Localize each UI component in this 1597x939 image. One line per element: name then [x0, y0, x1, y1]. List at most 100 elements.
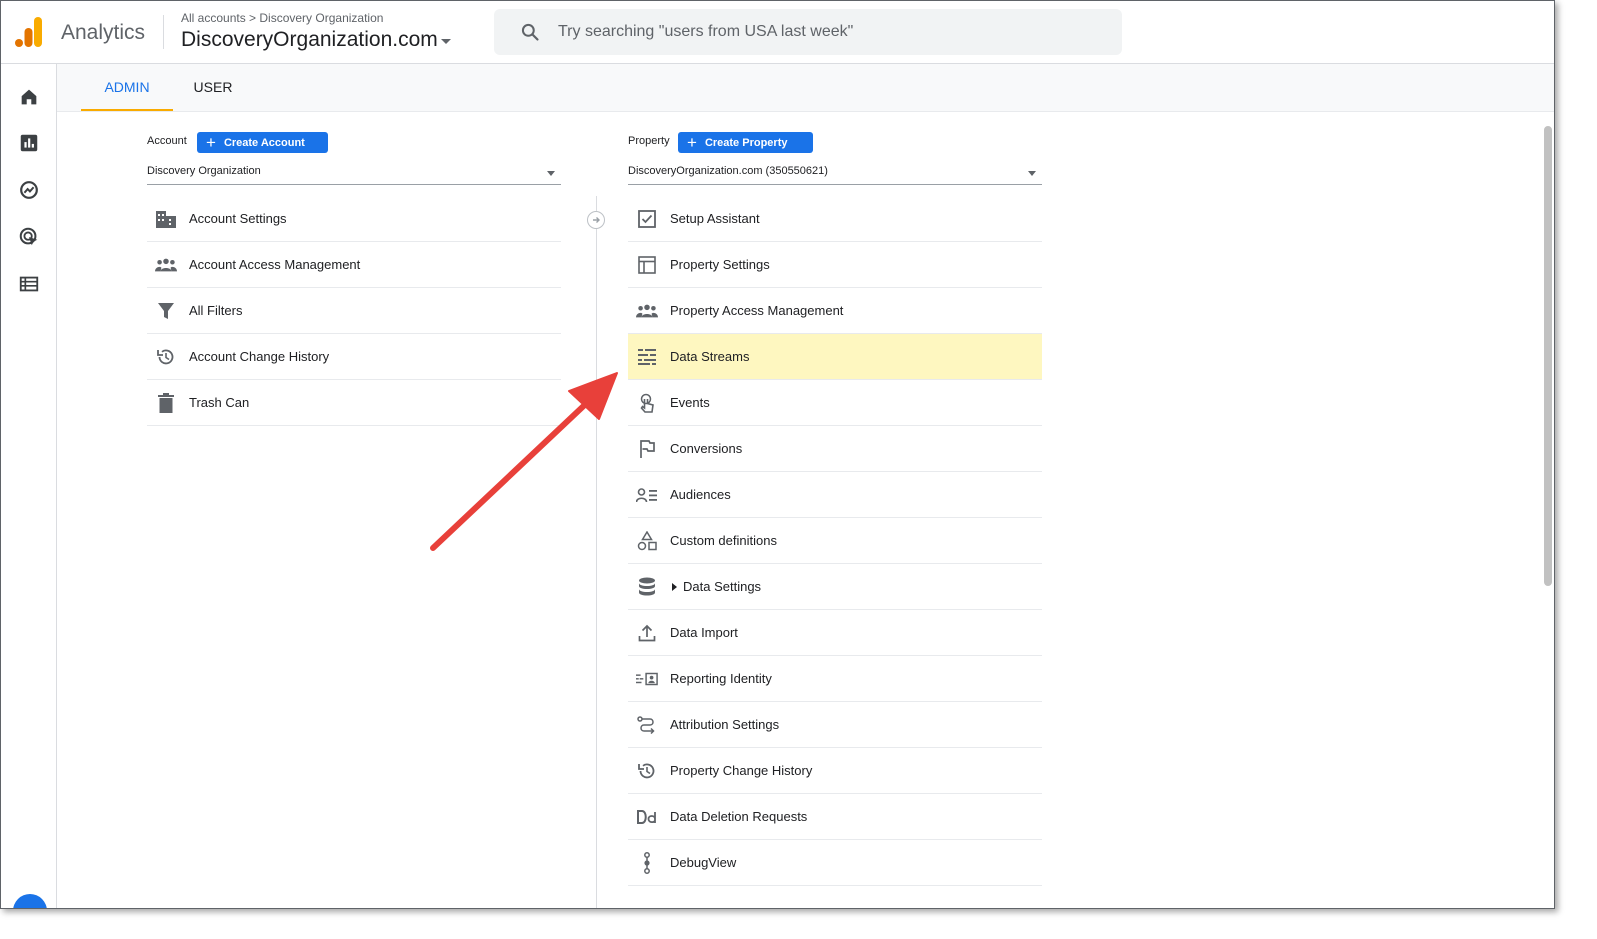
- expand-columns-icon[interactable]: [587, 211, 605, 229]
- account-menu: Account Settings Account Access Manageme…: [147, 196, 561, 426]
- reports-icon[interactable]: [18, 132, 40, 154]
- app-name: Analytics: [61, 21, 146, 44]
- search-icon: [521, 23, 539, 41]
- tab-admin[interactable]: ADMIN: [81, 64, 173, 111]
- explore-icon[interactable]: [18, 179, 40, 201]
- menu-item-property-settings[interactable]: Property Settings: [628, 242, 1042, 288]
- analytics-logo-icon: [15, 17, 42, 47]
- top-header: Analytics All accounts > Discovery Organ…: [1, 1, 1554, 64]
- streams-icon: [636, 346, 658, 368]
- menu-item-all-filters[interactable]: All Filters: [147, 288, 561, 334]
- account-selected: Discovery Organization: [147, 165, 261, 177]
- admin-gear-icon[interactable]: [13, 894, 47, 908]
- menu-item-property-change-history[interactable]: Property Change History: [628, 748, 1042, 794]
- menu-item-account-change-history[interactable]: Account Change History: [147, 334, 561, 380]
- menu-item-label: Attribution Settings: [670, 717, 780, 732]
- dropdown-arrow-icon: [1028, 171, 1036, 176]
- create-account-button[interactable]: + Create Account: [197, 132, 328, 153]
- create-property-label: Create Property: [704, 136, 788, 149]
- dd-icon: [636, 806, 658, 828]
- property-menu: Setup Assistant Property Settings Proper…: [628, 196, 1042, 886]
- property-selected: DiscoveryOrganization.com (350550621): [628, 165, 828, 177]
- menu-item-setup-assistant[interactable]: Setup Assistant: [628, 196, 1042, 242]
- configure-icon[interactable]: [18, 273, 40, 295]
- shapes-icon: [636, 530, 658, 552]
- touch-icon: [636, 392, 658, 414]
- create-account-label: Create Account: [223, 136, 305, 149]
- menu-item-audiences[interactable]: Audiences: [628, 472, 1042, 518]
- menu-item-label: Audiences: [670, 487, 731, 502]
- layout-icon: [636, 254, 658, 276]
- menu-item-events[interactable]: Events: [628, 380, 1042, 426]
- menu-item-data-import[interactable]: Data Import: [628, 610, 1042, 656]
- search-bar[interactable]: [494, 9, 1122, 55]
- menu-item-label: Data Settings: [683, 579, 762, 594]
- menu-item-label: Data Deletion Requests: [670, 809, 808, 824]
- property-selector[interactable]: DiscoveryOrganization.com (350550621): [628, 162, 1042, 185]
- expand-triangle-icon[interactable]: [672, 582, 677, 591]
- menu-item-label: Account Change History: [189, 349, 330, 364]
- menu-item-data-deletion-requests[interactable]: Data Deletion Requests: [628, 794, 1042, 840]
- menu-item-account-access-management[interactable]: Account Access Management: [147, 242, 561, 288]
- trash-icon: [155, 392, 177, 414]
- debug-icon: [636, 851, 658, 874]
- building-icon: [155, 208, 177, 230]
- breadcrumb[interactable]: All accounts > Discovery Organization: [181, 11, 383, 25]
- history-icon: [636, 760, 658, 782]
- menu-item-label: Property Settings: [670, 257, 770, 272]
- analytics-window: Analytics All accounts > Discovery Organ…: [0, 0, 1555, 909]
- home-icon[interactable]: [18, 86, 40, 108]
- identity-icon: [636, 668, 658, 690]
- left-nav-rail: [1, 64, 57, 908]
- flag-icon: [636, 438, 658, 460]
- menu-item-label: Setup Assistant: [670, 211, 760, 226]
- menu-item-reporting-identity[interactable]: Reporting Identity: [628, 656, 1042, 702]
- menu-item-label: Reporting Identity: [670, 671, 772, 686]
- audiences-icon: [636, 484, 658, 506]
- menu-item-label: Property Change History: [670, 763, 813, 778]
- menu-item-label: Data Streams: [670, 349, 750, 364]
- menu-item-label: All Filters: [189, 303, 243, 318]
- menu-item-label: Account Access Management: [189, 257, 361, 272]
- menu-item-custom-definitions[interactable]: Custom definitions: [628, 518, 1042, 564]
- menu-item-label: Events: [670, 395, 710, 410]
- account-label: Account: [147, 135, 187, 147]
- people-icon: [636, 300, 658, 322]
- menu-item-label: Custom definitions: [670, 533, 777, 548]
- plus-icon: +: [206, 133, 216, 152]
- property-picker[interactable]: DiscoveryOrganization.com: [181, 28, 451, 52]
- scrollbar-thumb[interactable]: [1544, 126, 1552, 586]
- create-property-button[interactable]: + Create Property: [678, 132, 813, 153]
- menu-item-label: DebugView: [670, 855, 737, 870]
- property-label: Property: [628, 135, 670, 147]
- filter-icon: [155, 300, 177, 322]
- history-icon: [155, 346, 177, 368]
- header-divider: [163, 15, 164, 49]
- menu-item-account-settings[interactable]: Account Settings: [147, 196, 561, 242]
- property-name: DiscoveryOrganization.com: [181, 28, 438, 51]
- menu-item-property-access-management[interactable]: Property Access Management: [628, 288, 1042, 334]
- account-selector[interactable]: Discovery Organization: [147, 162, 561, 185]
- search-input[interactable]: [556, 22, 1080, 42]
- menu-item-data-settings[interactable]: Data Settings: [628, 564, 1042, 610]
- menu-item-debugview[interactable]: DebugView: [628, 840, 1042, 886]
- menu-item-label: Trash Can: [189, 395, 250, 410]
- admin-tabs: ADMIN USER: [57, 64, 1554, 112]
- menu-item-conversions[interactable]: Conversions: [628, 426, 1042, 472]
- menu-item-label: Data Import: [670, 625, 738, 640]
- checkbox-icon: [636, 208, 658, 230]
- menu-item-attribution-settings[interactable]: Attribution Settings: [628, 702, 1042, 748]
- menu-item-data-streams[interactable]: Data Streams: [628, 334, 1042, 380]
- column-divider: [596, 196, 597, 908]
- menu-item-trash-can[interactable]: Trash Can: [147, 380, 561, 426]
- plus-icon: +: [687, 133, 697, 152]
- attribution-icon: [636, 714, 658, 736]
- menu-item-label: Account Settings: [189, 211, 287, 226]
- people-icon: [155, 254, 177, 276]
- database-icon: [636, 576, 658, 598]
- advertising-icon[interactable]: [18, 226, 40, 248]
- tab-user[interactable]: USER: [185, 64, 241, 111]
- menu-item-label: Property Access Management: [670, 303, 844, 318]
- dropdown-arrow-icon: [547, 171, 555, 176]
- menu-item-label: Conversions: [670, 441, 743, 456]
